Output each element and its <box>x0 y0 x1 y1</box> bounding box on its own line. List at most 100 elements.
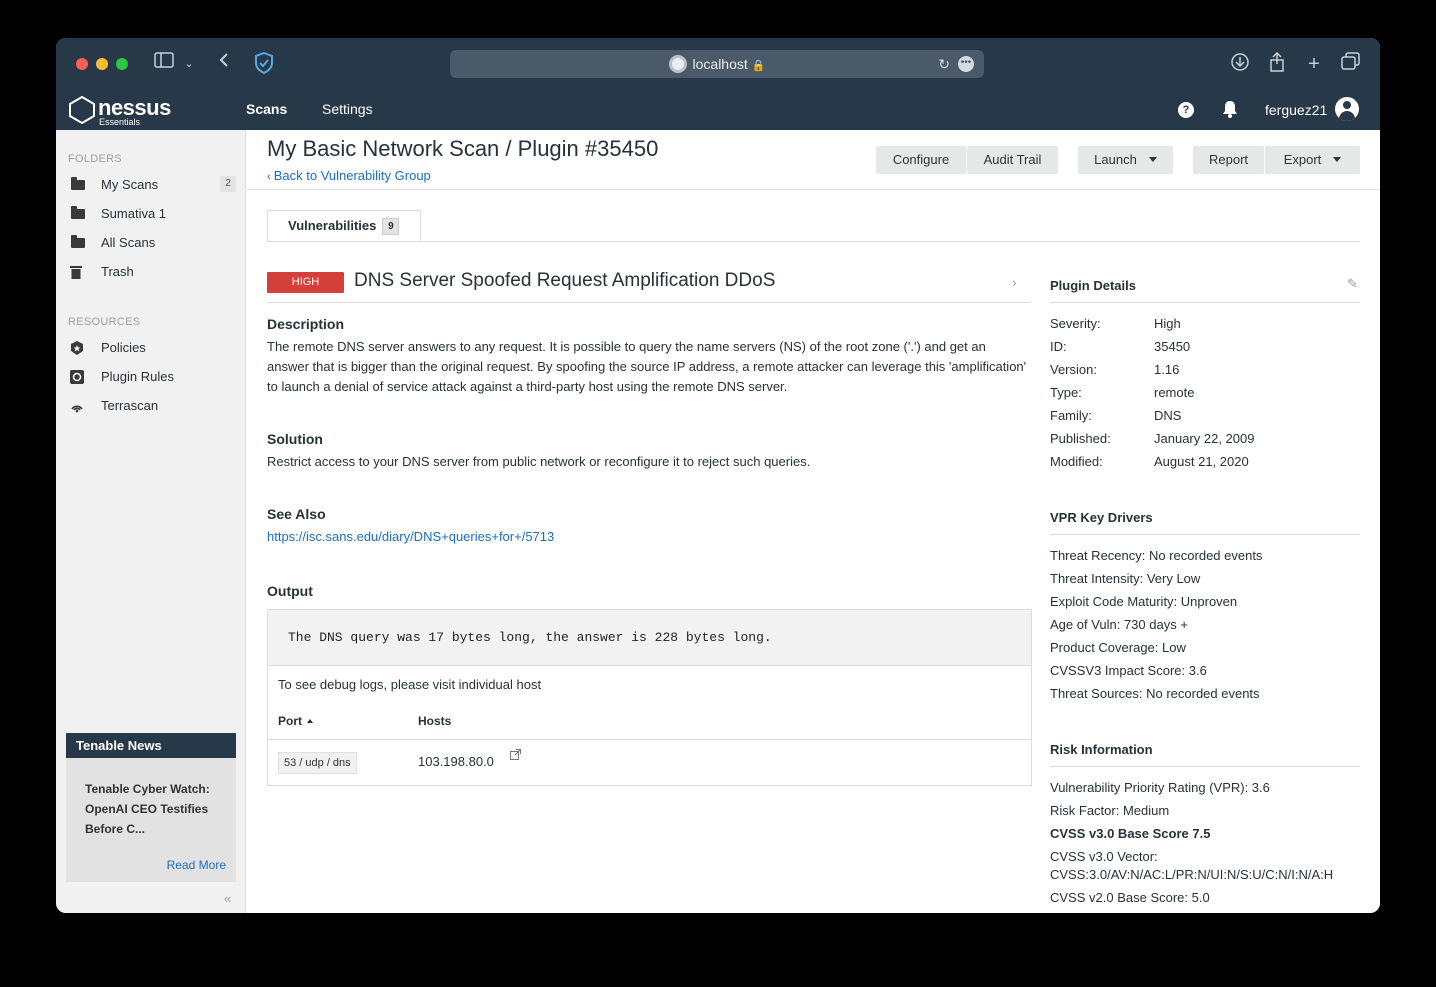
chevron-down-icon[interactable]: ⌄ <box>180 52 198 76</box>
reload-icon[interactable]: ↻ <box>938 50 950 78</box>
nav-scans[interactable]: Scans <box>246 101 287 117</box>
sidebar-item-trash[interactable]: Trash <box>70 261 236 285</box>
description-text: The remote DNS server answers to any req… <box>267 339 1027 394</box>
shield-icon[interactable] <box>252 51 276 76</box>
plugin-output: The DNS query was 17 bytes long, the ans… <box>268 610 1031 666</box>
sidebar-item-plugin-rules[interactable]: Plugin Rules <box>70 366 236 390</box>
caret-down-icon <box>1333 157 1342 162</box>
hosts-column-header[interactable]: Hosts <box>418 714 451 728</box>
plugin-rules-icon <box>70 370 86 384</box>
back-icon[interactable] <box>214 52 234 76</box>
news-headline[interactable]: Tenable Cyber Watch: OpenAI CEO Testifie… <box>85 779 225 839</box>
plugin-detail-row: Family: DNS <box>1050 408 1181 423</box>
folder-icon <box>71 235 85 248</box>
sidebar-item-policies[interactable]: Policies <box>70 337 236 361</box>
audit-trail-button[interactable]: Audit Trail <box>967 146 1058 174</box>
plugin-detail-row: Modified: August 21, 2020 <box>1050 454 1249 469</box>
username[interactable]: ferguez21 <box>1265 102 1327 118</box>
tabs-overview-icon[interactable] <box>1339 52 1363 76</box>
trash-icon <box>70 265 86 279</box>
sidebar-item-terrascan[interactable]: Terrascan <box>70 395 236 419</box>
download-icon[interactable] <box>1228 52 1252 76</box>
detail-value: January 22, 2009 <box>1154 431 1255 446</box>
read-more-link[interactable]: Read More <box>167 858 226 872</box>
share-icon[interactable] <box>1265 51 1289 76</box>
collapse-sidebar-icon[interactable]: « <box>224 891 231 906</box>
tab-count-badge: 9 <box>382 218 400 235</box>
page-title: My Basic Network Scan / Plugin #35450 <box>267 136 659 161</box>
main-content: My Basic Network Scan / Plugin #35450 ‹ … <box>247 130 1380 913</box>
avatar[interactable] <box>1335 97 1359 121</box>
vpr-driver: Threat Intensity: Very Low <box>1050 571 1201 586</box>
export-button[interactable]: Export <box>1265 146 1360 174</box>
scan-count-badge: 2 <box>220 176 236 192</box>
detail-value: 35450 <box>1154 339 1191 354</box>
app-header: nessus Essentials Scans Settings ? fergu… <box>56 90 1380 130</box>
divider <box>267 302 1031 303</box>
sidebar-toggle-icon[interactable] <box>152 52 176 76</box>
launch-button[interactable]: Launch <box>1078 146 1173 174</box>
vpr-driver: Exploit Code Maturity: Unproven <box>1050 594 1238 609</box>
news-heading: Tenable News <box>66 733 236 758</box>
launch-label: Launch <box>1094 152 1137 167</box>
back-link[interactable]: ‹ Back to Vulnerability Group <box>267 168 431 183</box>
see-also-heading: See Also <box>267 506 326 522</box>
plugin-detail-row: Published: January 22, 2009 <box>1050 431 1254 446</box>
report-button[interactable]: Report <box>1193 146 1264 174</box>
external-link-icon[interactable] <box>510 749 521 763</box>
detail-value: August 21, 2020 <box>1154 454 1249 469</box>
sidebar-item-all-scans[interactable]: All Scans <box>70 232 236 256</box>
close-window-button[interactable] <box>76 58 88 70</box>
minimize-window-button[interactable] <box>96 58 108 70</box>
back-link-label: Back to Vulnerability Group <box>273 168 431 183</box>
plugin-details-heading: Plugin Details <box>1050 278 1136 293</box>
sidebar-item-label: Sumativa 1 <box>101 206 167 221</box>
port-column-header[interactable]: Port <box>278 714 313 728</box>
detail-value: High <box>1154 316 1181 331</box>
policy-icon <box>70 341 86 355</box>
chevron-right-icon[interactable]: › <box>1012 274 1017 290</box>
vulnerability-title: DNS Server Spoofed Request Amplification… <box>354 270 776 291</box>
new-tab-icon[interactable]: + <box>1302 52 1326 76</box>
detail-value: DNS <box>1154 408 1182 423</box>
host-link[interactable]: 103.198.80.0 <box>418 754 494 769</box>
risk-item: Vulnerability Priority Rating (VPR): 3.6 <box>1050 780 1270 795</box>
vpr-driver: Threat Recency: No recorded events <box>1050 548 1263 563</box>
plugin-detail-row: Type: remote <box>1050 385 1194 400</box>
nessus-logo[interactable]: nessus Essentials <box>68 94 171 127</box>
site-icon <box>668 55 687 73</box>
divider <box>1050 766 1360 767</box>
sidebar-item-label: Policies <box>101 340 146 355</box>
nav-settings[interactable]: Settings <box>322 101 373 117</box>
terrascan-icon <box>70 399 86 413</box>
browser-toolbar: ⌄ localhost 🔒 ↻ ••• + <box>56 38 1380 90</box>
sidebar-item-label: Terrascan <box>101 398 159 413</box>
severity-badge: HIGH <box>267 272 344 293</box>
pencil-icon[interactable]: ✎ <box>1347 276 1358 292</box>
divider <box>267 241 1360 242</box>
divider <box>1050 534 1360 535</box>
zoom-window-button[interactable] <box>116 58 128 70</box>
bell-icon[interactable] <box>1222 100 1238 122</box>
see-also-link[interactable]: https://isc.sans.edu/diary/DNS+queries+f… <box>267 527 1031 547</box>
help-icon[interactable]: ? <box>1178 102 1194 118</box>
divider <box>1050 302 1360 303</box>
risk-item: CVSS v3.0 Base Score 7.5 <box>1050 826 1211 841</box>
detail-key: Family: <box>1050 408 1092 423</box>
risk-item: Risk Factor: Medium <box>1050 803 1170 818</box>
resources-heading: RESOURCES <box>68 316 141 328</box>
tab-label: Vulnerabilities <box>288 218 377 233</box>
solution-heading: Solution <box>267 431 323 447</box>
plugin-detail-row: Version: 1.16 <box>1050 362 1179 377</box>
address-bar[interactable]: localhost 🔒 ↻ ••• <box>450 50 984 78</box>
tab-vulnerabilities[interactable]: Vulnerabilities 9 <box>267 210 421 242</box>
risk-item: CVSS v2.0 Base Score: 5.0 <box>1050 890 1210 905</box>
output-panel: The DNS query was 17 bytes long, the ans… <box>267 609 1032 786</box>
configure-button[interactable]: Configure <box>876 146 966 174</box>
sidebar-item-my-scans[interactable]: My Scans 2 <box>70 174 236 198</box>
sidebar-item-sumativa-1[interactable]: Sumativa 1 <box>70 203 236 227</box>
detail-key: Severity: <box>1050 316 1101 331</box>
detail-value: 1.16 <box>1154 362 1180 377</box>
browser-window: ⌄ localhost🔒 ↻ ••• + nessus Essentials <box>56 38 1380 913</box>
more-icon[interactable]: ••• <box>958 56 974 72</box>
